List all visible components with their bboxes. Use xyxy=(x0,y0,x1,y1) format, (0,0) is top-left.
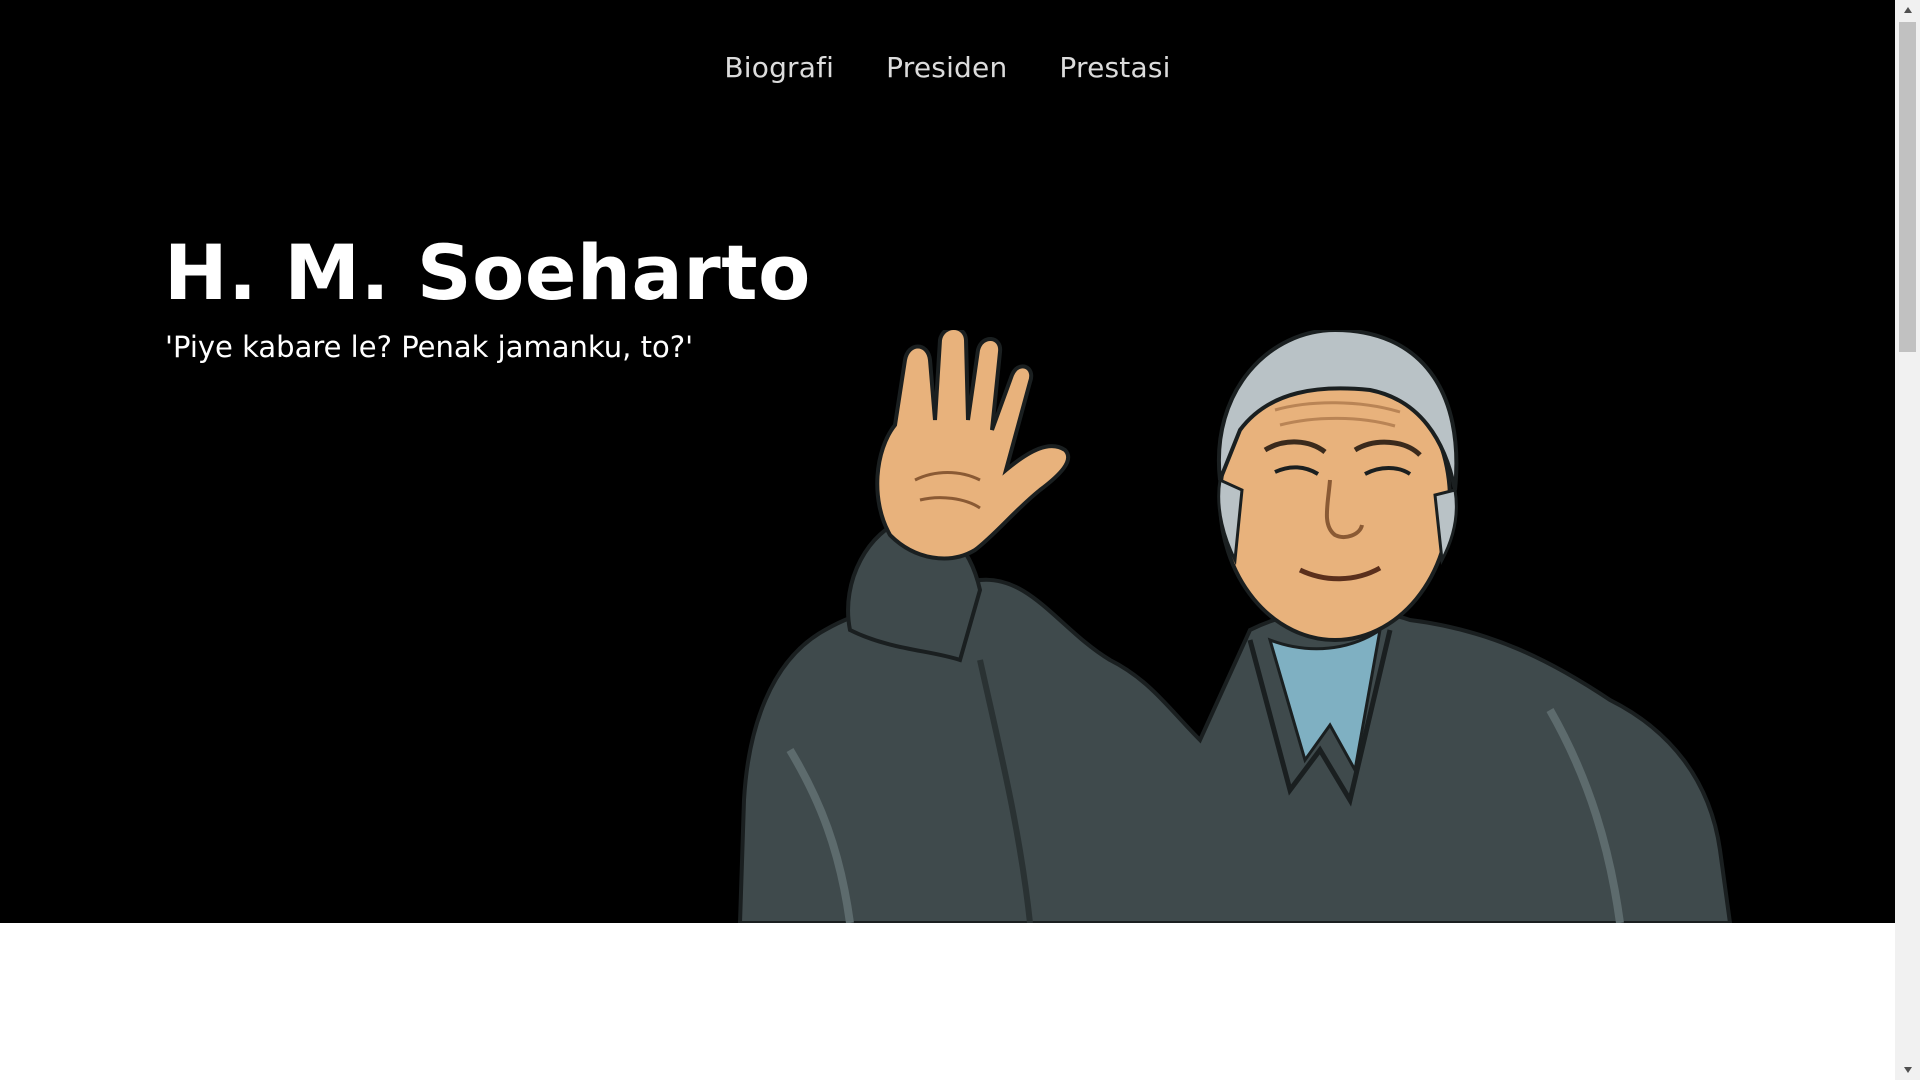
hero-section: Biografi Presiden Prestasi H. M. Soehart… xyxy=(0,0,1895,923)
nav-link-presiden[interactable]: Presiden xyxy=(886,51,1007,84)
nav-link-biografi[interactable]: Biografi xyxy=(724,51,834,84)
scroll-down-icon[interactable] xyxy=(1895,1060,1920,1080)
scroll-thumb[interactable] xyxy=(1899,22,1916,352)
page-scrollbar[interactable] xyxy=(1895,0,1920,1080)
scroll-up-icon[interactable] xyxy=(1895,0,1920,20)
page: Biografi Presiden Prestasi H. M. Soehart… xyxy=(0,0,1920,1080)
hero-quote: 'Piye kabare le? Penak jamanku, to?' xyxy=(165,330,694,364)
hero-title: H. M. Soeharto xyxy=(164,228,811,317)
waving-hand xyxy=(875,330,1071,561)
nav-link-prestasi[interactable]: Prestasi xyxy=(1059,51,1170,84)
top-nav: Biografi Presiden Prestasi xyxy=(0,0,1895,135)
content-section xyxy=(0,923,1895,1080)
waving-portrait-illustration xyxy=(737,330,1733,923)
